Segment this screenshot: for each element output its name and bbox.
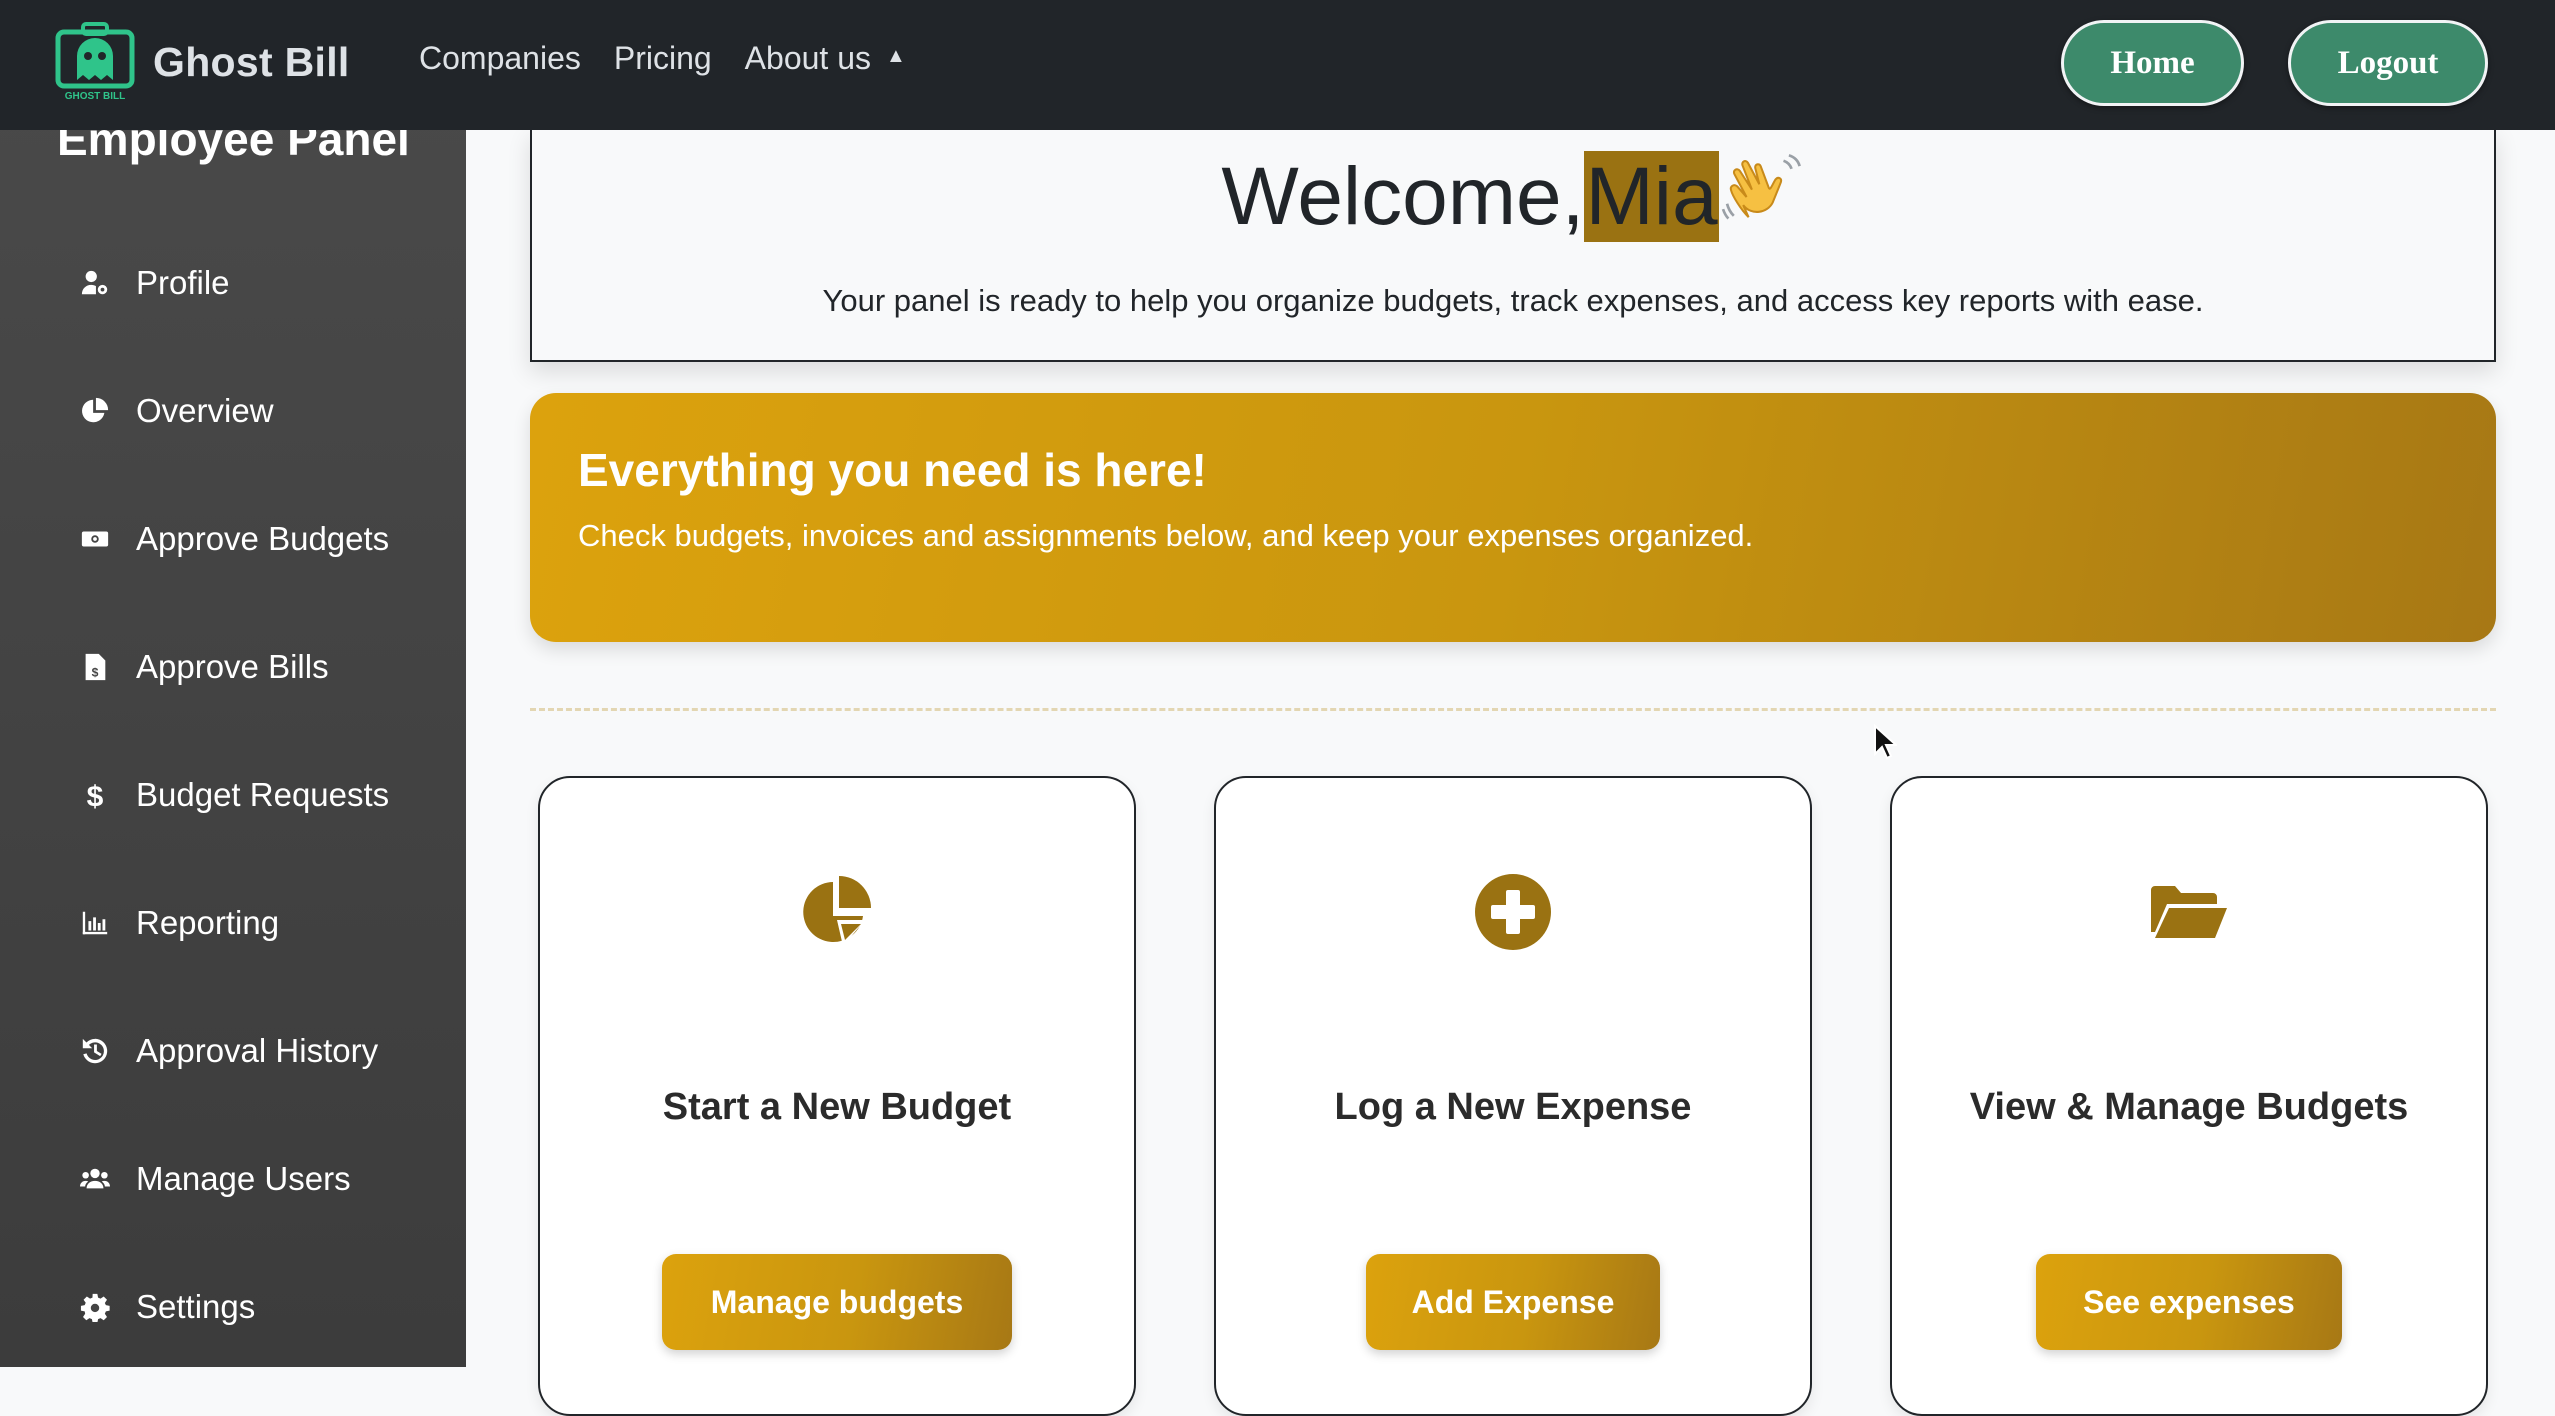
history-icon bbox=[78, 1034, 112, 1068]
welcome-user-name: Mia bbox=[1584, 151, 1719, 242]
sidebar-item-approve-budgets[interactable]: Approve Budgets bbox=[78, 509, 389, 569]
pie-chart-icon bbox=[797, 872, 877, 952]
nav-links: Companies Pricing About us ▲ bbox=[419, 40, 906, 77]
welcome-greeting: Welcome, bbox=[1221, 151, 1585, 242]
folder-open-icon bbox=[2149, 872, 2229, 952]
sidebar-item-label: Profile bbox=[136, 264, 230, 301]
card-title: View & Manage Budgets bbox=[1969, 1086, 2409, 1128]
nav-link-about-us[interactable]: About us bbox=[745, 40, 871, 77]
welcome-panel: Welcome,Mia Your panel is ready to help … bbox=[530, 128, 2496, 362]
add-expense-button[interactable]: Add Expense bbox=[1366, 1254, 1660, 1350]
sidebar-item-label: Approve Bills bbox=[136, 648, 329, 685]
waving-hand-icon bbox=[1719, 150, 1805, 236]
sidebar-item-label: Manage Users bbox=[136, 1160, 351, 1197]
user-cog-icon bbox=[78, 266, 112, 300]
users-icon bbox=[78, 1162, 112, 1196]
brand-name: Ghost Bill bbox=[153, 38, 350, 85]
sidebar-item-budget-requests[interactable]: $ Budget Requests bbox=[78, 765, 390, 825]
bar-chart-icon bbox=[78, 906, 112, 940]
sidebar-item-label: Budget Requests bbox=[136, 776, 390, 813]
sidebar-item-overview[interactable]: Overview bbox=[78, 381, 274, 441]
pie-chart-icon bbox=[78, 394, 112, 428]
gear-icon bbox=[78, 1290, 112, 1324]
welcome-heading: Welcome,Mia bbox=[532, 150, 2494, 244]
nav-link-companies[interactable]: Companies bbox=[419, 40, 581, 77]
svg-text:$: $ bbox=[92, 665, 99, 679]
sidebar-item-label: Reporting bbox=[136, 904, 280, 941]
sidebar-item-label: Settings bbox=[136, 1288, 256, 1325]
card-title: Log a New Expense bbox=[1334, 1086, 1692, 1128]
nav-link-pricing[interactable]: Pricing bbox=[614, 40, 712, 77]
see-expenses-button[interactable]: See expenses bbox=[2036, 1254, 2342, 1350]
sidebar-item-manage-users[interactable]: Manage Users bbox=[78, 1149, 351, 1209]
home-button[interactable]: Home bbox=[2061, 20, 2244, 106]
mouse-cursor-icon bbox=[1873, 723, 1899, 760]
money-bill-icon bbox=[78, 522, 112, 556]
sidebar-item-label: Approval History bbox=[136, 1032, 379, 1069]
banner-title: Everything you need is here! bbox=[578, 444, 1207, 496]
svg-text:$: $ bbox=[87, 780, 104, 810]
sidebar-item-profile[interactable]: Profile bbox=[78, 253, 230, 313]
section-divider bbox=[530, 708, 2496, 711]
manage-budgets-button[interactable]: Manage budgets bbox=[662, 1254, 1012, 1350]
caret-up-icon[interactable]: ▲ bbox=[886, 45, 906, 68]
card-title: Start a New Budget bbox=[662, 1086, 1012, 1128]
banner-subtitle: Check budgets, invoices and assignments … bbox=[578, 518, 1754, 553]
sidebar-item-settings[interactable]: Settings bbox=[78, 1277, 255, 1337]
sidebar-item-approval-history[interactable]: Approval History bbox=[78, 1021, 378, 1081]
brand[interactable]: GHOST BILL Ghost Bill bbox=[55, 22, 350, 102]
card-view-manage-budgets: View & Manage Budgets See expenses bbox=[1890, 776, 2488, 1416]
sidebar-item-label: Overview bbox=[136, 392, 274, 429]
plus-circle-icon bbox=[1473, 872, 1553, 952]
sidebar-item-approve-bills[interactable]: $ Approve Bills bbox=[78, 637, 329, 697]
top-navbar: GHOST BILL Ghost Bill Companies Pricing … bbox=[0, 0, 2555, 130]
sidebar-item-label: Approve Budgets bbox=[136, 520, 390, 557]
invoice-dollar-icon: $ bbox=[78, 650, 112, 684]
sidebar: Employee Panel Profile Overview Approve … bbox=[0, 0, 466, 1367]
card-start-new-budget: Start a New Budget Manage budgets bbox=[538, 776, 1136, 1416]
card-log-new-expense: Log a New Expense Add Expense bbox=[1214, 776, 1812, 1416]
logout-button[interactable]: Logout bbox=[2288, 20, 2488, 106]
ghost-bill-logo: GHOST BILL bbox=[55, 22, 135, 102]
welcome-subtitle: Your panel is ready to help you organize… bbox=[822, 283, 2204, 318]
dollar-sign-icon: $ bbox=[78, 778, 112, 812]
logo-caption: GHOST BILL bbox=[65, 91, 126, 102]
info-banner: Everything you need is here! Check budge… bbox=[530, 393, 2496, 642]
sidebar-item-reporting[interactable]: Reporting bbox=[78, 893, 279, 953]
